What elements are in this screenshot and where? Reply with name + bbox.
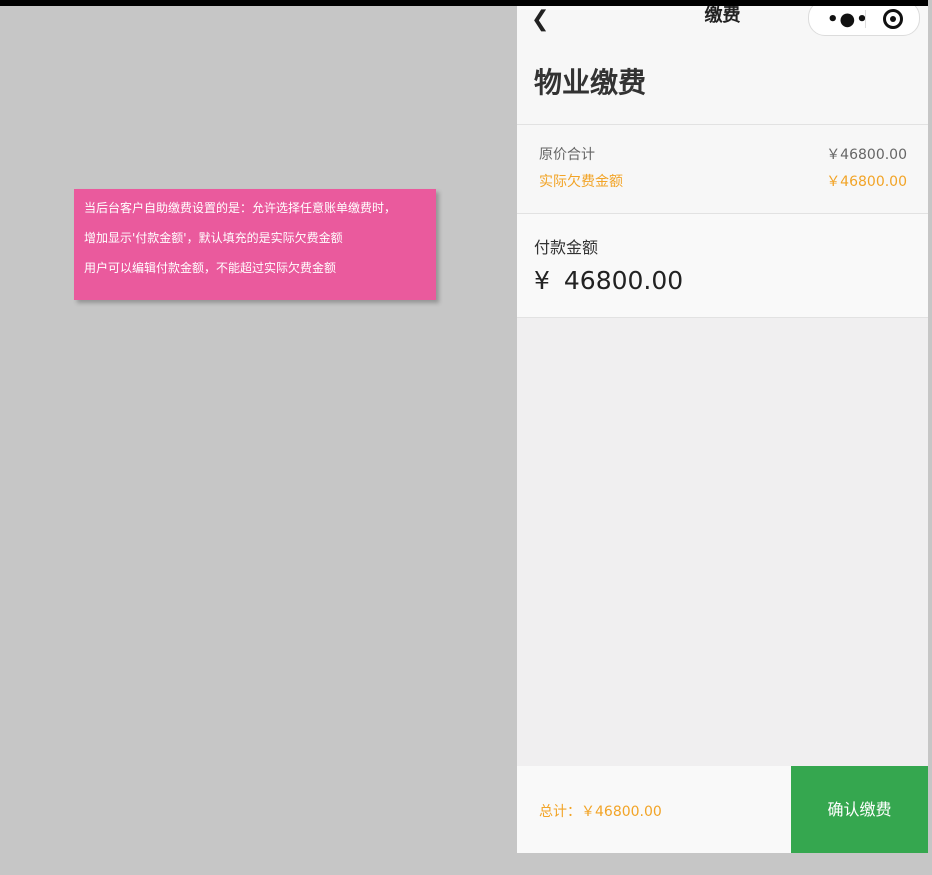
navigation-bar: ❮ 缴费 •●• (517, 6, 928, 42)
right-margin (928, 0, 932, 875)
annotation-note: 当后台客户自助缴费设置的是：允许选择任意账单缴费时， 增加显示'付款金额'，默认… (74, 189, 436, 300)
bottom-margin (0, 853, 932, 875)
original-total-value: ￥46800.00 (826, 147, 907, 163)
more-dots-icon[interactable]: •●• (827, 9, 869, 30)
phone-screen: ❮ 缴费 •●• 物业缴费 原价合计 ￥46800.00 实际欠费金额 ￥468… (517, 6, 928, 853)
actual-arrears-label: 实际欠费金额 (539, 174, 623, 190)
mini-program-capsule: •●• (808, 6, 920, 36)
currency-symbol: ¥ (534, 266, 550, 295)
capsule-divider (865, 10, 866, 28)
actual-arrears-value: ￥46800.00 (826, 174, 907, 190)
bottom-bar: 总计：￥46800.00 确认缴费 (517, 766, 928, 853)
payment-amount-input[interactable]: ¥46800.00 (534, 266, 683, 296)
original-total-label: 原价合计 (539, 147, 595, 163)
note-line-1: 当后台客户自助缴费设置的是：允许选择任意账单缴费时， (84, 201, 397, 215)
payment-amount-label: 付款金额 (534, 238, 599, 257)
original-total-row: 原价合计 ￥46800.00 (539, 145, 907, 165)
payment-amount-value[interactable]: 46800.00 (564, 266, 683, 295)
note-line-2: 增加显示'付款金额'，默认填充的是实际欠费金额 (84, 231, 343, 245)
target-icon[interactable] (883, 9, 903, 29)
bill-summary: 原价合计 ￥46800.00 实际欠费金额 ￥46800.00 (517, 125, 928, 214)
page-title: 物业缴费 (534, 66, 647, 99)
payment-amount-section: 付款金额 ¥46800.00 (517, 214, 928, 318)
page-header: 物业缴费 (517, 42, 928, 125)
confirm-payment-button[interactable]: 确认缴费 (791, 766, 928, 853)
note-line-3: 用户可以编辑付款金额，不能超过实际欠费金额 (84, 261, 337, 275)
total-amount: 总计：￥46800.00 (539, 804, 662, 820)
actual-arrears-row: 实际欠费金额 ￥46800.00 (539, 172, 907, 192)
